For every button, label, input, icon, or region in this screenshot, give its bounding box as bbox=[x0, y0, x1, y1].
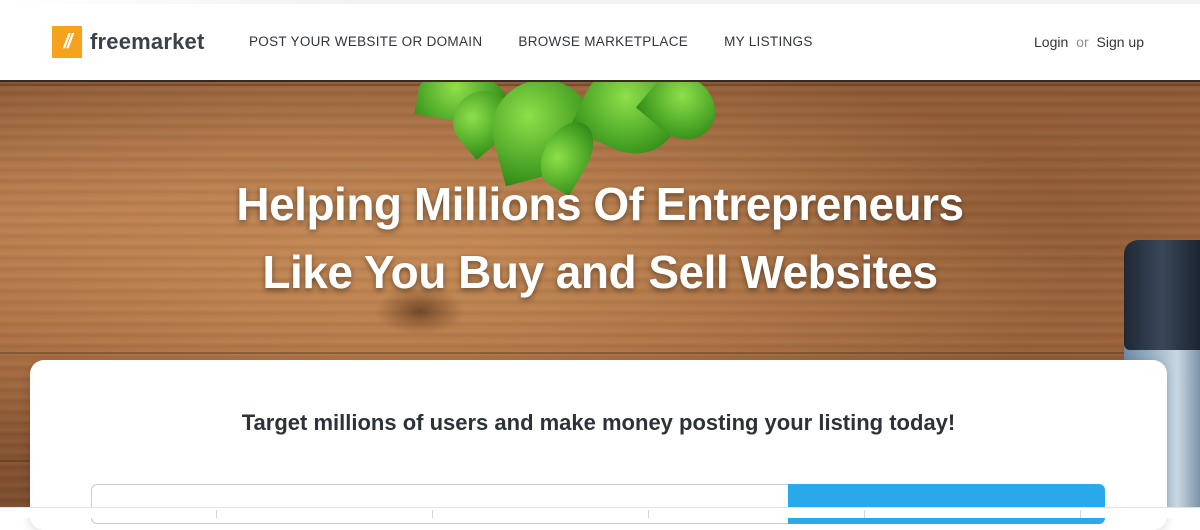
nav-post-website[interactable]: POST YOUR WEBSITE OR DOMAIN bbox=[249, 34, 482, 49]
logo-mark-icon: // bbox=[52, 26, 82, 58]
main-nav: POST YOUR WEBSITE OR DOMAIN BROWSE MARKE… bbox=[249, 34, 849, 49]
or-separator: or bbox=[1076, 34, 1089, 50]
nav-my-listings[interactable]: MY LISTINGS bbox=[724, 34, 813, 49]
auth-links: Login or Sign up bbox=[1034, 34, 1144, 50]
listing-card: Target millions of users and make money … bbox=[30, 360, 1167, 530]
wood-plank-line bbox=[0, 352, 1200, 354]
bottom-strip bbox=[0, 507, 1200, 518]
headline-line-2: Like You Buy and Sell Websites bbox=[262, 246, 938, 298]
submit-listing-button[interactable] bbox=[788, 484, 1105, 524]
logo-text: freemarket bbox=[90, 29, 205, 54]
headline-line-1: Helping Millions Of Entrepreneurs bbox=[236, 178, 964, 230]
listing-url-input[interactable] bbox=[91, 484, 788, 524]
nav-browse-marketplace[interactable]: BROWSE MARKETPLACE bbox=[518, 34, 688, 49]
top-navigation-bar: // freemarket POST YOUR WEBSITE OR DOMAI… bbox=[0, 0, 1200, 82]
site-logo[interactable]: // freemarket bbox=[52, 26, 205, 58]
card-tagline: Target millions of users and make money … bbox=[241, 410, 956, 435]
login-link[interactable]: Login bbox=[1034, 34, 1068, 50]
signup-link[interactable]: Sign up bbox=[1097, 34, 1144, 50]
hero-headline: Helping Millions Of Entrepreneurs Like Y… bbox=[0, 170, 1200, 306]
